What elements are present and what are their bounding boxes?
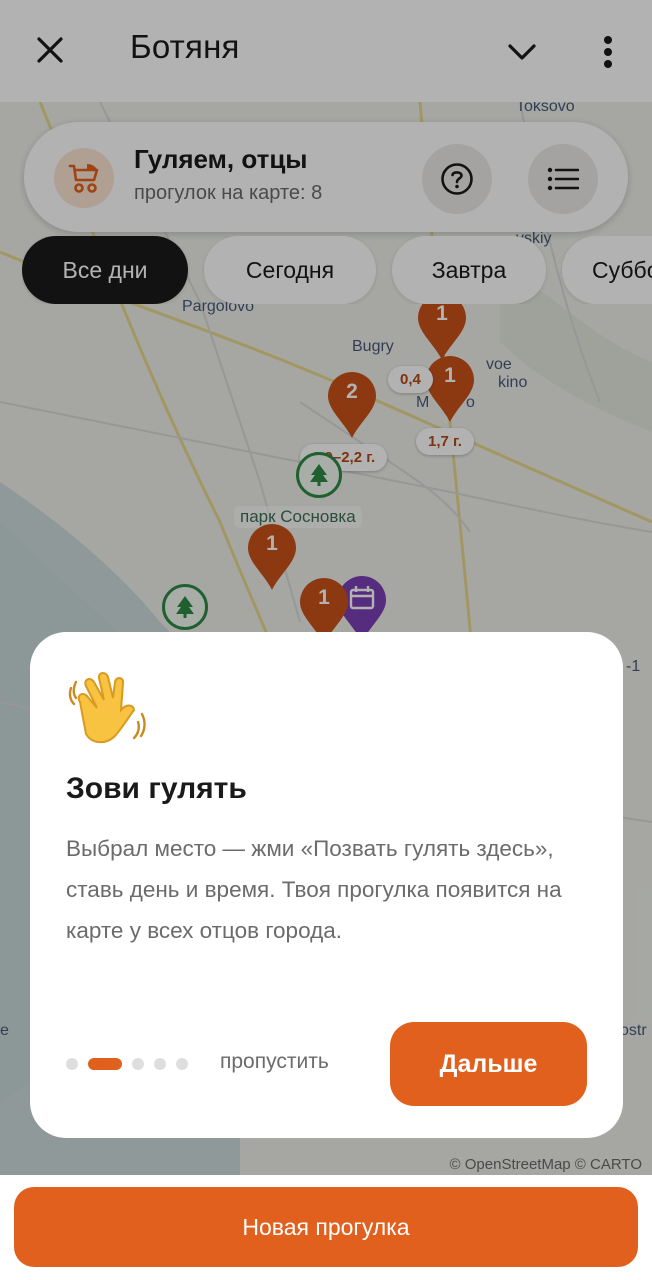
step-dot-active [88,1058,122,1070]
step-dot [176,1058,188,1070]
step-dot [154,1058,166,1070]
waving-hand-icon [68,672,146,744]
dialog-title: Зови гулять [66,772,247,805]
next-button[interactable]: Дальше [390,1022,587,1106]
new-walk-button[interactable]: Новая прогулка [14,1187,638,1267]
onboarding-dialog: Зови гулять Выбрал место — жми «Позвать … [30,632,623,1138]
skip-button[interactable]: пропустить [220,1050,329,1074]
bottom-bar: Новая прогулка [0,1175,652,1280]
app-screen: Ботяня Toksovo vskiy Pargolovo Bugry voe… [0,0,652,1280]
dialog-body: Выбрал место — жми «Позвать гулять здесь… [66,836,562,943]
step-dot [66,1058,78,1070]
step-dot [132,1058,144,1070]
